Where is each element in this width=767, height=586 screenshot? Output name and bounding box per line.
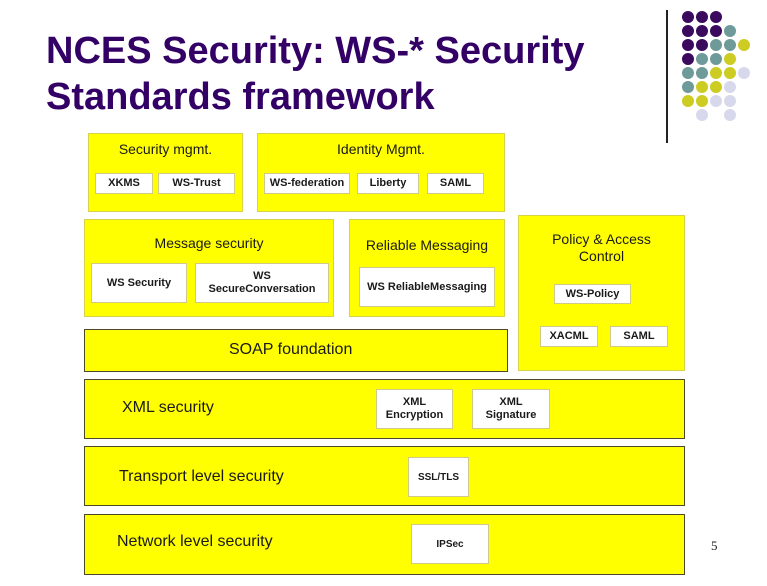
standard-ssl-tls: SSL/TLS — [408, 457, 469, 497]
decorative-dot — [696, 81, 708, 93]
standard-xml-signature: XML Signature — [472, 389, 550, 429]
standard-ws-policy: WS-Policy — [554, 284, 631, 304]
decorative-dot — [710, 95, 722, 107]
reliable-messaging-box: Reliable Messaging WS ReliableMessaging — [349, 219, 505, 317]
decorative-dot — [696, 67, 708, 79]
decorative-dot — [682, 25, 694, 37]
decorative-dot — [696, 95, 708, 107]
decorative-dot — [710, 39, 722, 51]
decorative-dot — [710, 53, 722, 65]
divider-line — [666, 10, 668, 143]
transport-security-label: Transport level security — [119, 468, 284, 485]
network-security-box: Network level security IPSec — [84, 514, 685, 575]
transport-security-box: Transport level security SSL/TLS — [84, 446, 685, 506]
message-security-label: Message security — [154, 235, 264, 251]
decorative-dot — [724, 81, 736, 93]
decorative-dot — [682, 39, 694, 51]
standard-xkms: XKMS — [95, 173, 153, 194]
decorative-dot — [724, 39, 736, 51]
standard-ws-reliablemessaging: WS ReliableMessaging — [359, 267, 495, 307]
decorative-dot — [738, 39, 750, 51]
standard-ws-trust: WS-Trust — [158, 173, 235, 194]
decorative-dot — [710, 81, 722, 93]
standard-ipsec: IPSec — [411, 524, 489, 564]
standard-saml-policy: SAML — [610, 326, 668, 347]
decorative-dot — [710, 25, 722, 37]
soap-foundation-box: SOAP foundation — [84, 329, 508, 372]
slide-title-line-1: NCES Security: WS-* Security — [46, 30, 585, 72]
identity-mgmt-box: Identity Mgmt. WS-federation Liberty SAM… — [257, 133, 505, 212]
decorative-dot — [724, 67, 736, 79]
security-mgmt-box: Security mgmt. XKMS WS-Trust — [88, 133, 243, 212]
security-mgmt-label: Security mgmt. — [118, 141, 213, 157]
decorative-dot — [710, 67, 722, 79]
page-number: 5 — [711, 538, 718, 553]
standard-ws-federation: WS-federation — [264, 173, 350, 194]
network-security-label: Network level security — [117, 533, 273, 550]
decorative-dot — [724, 95, 736, 107]
decorative-dot — [710, 11, 722, 23]
standard-ws-secureconversation: WS SecureConversation — [195, 263, 329, 303]
decorative-dot — [724, 25, 736, 37]
decorative-dot — [724, 109, 736, 121]
policy-access-control-label: Policy & Access Control — [552, 231, 651, 264]
decorative-dot — [696, 11, 708, 23]
slide-title: NCES Security: WS-* Security Standards f… — [46, 28, 646, 120]
slide-title-line-2: Standards framework — [46, 76, 435, 118]
decorative-dot — [682, 67, 694, 79]
policy-access-control-box: Policy & Access Control WS-Policy XACML … — [518, 215, 685, 371]
decorative-dot — [696, 53, 708, 65]
decorative-dot — [682, 11, 694, 23]
decorative-dot — [682, 53, 694, 65]
standard-ws-security: WS Security — [91, 263, 187, 303]
decorative-dot — [696, 109, 708, 121]
decorative-dot — [724, 53, 736, 65]
message-security-box: Message security WS Security WS SecureCo… — [84, 219, 334, 317]
decorative-dot — [696, 39, 708, 51]
identity-mgmt-label: Identity Mgmt. — [337, 141, 425, 157]
xml-security-label: XML security — [122, 399, 214, 416]
standard-saml-identity: SAML — [427, 173, 484, 194]
standard-xacml: XACML — [540, 326, 598, 347]
decorative-dot — [696, 25, 708, 37]
decorative-dot — [682, 95, 694, 107]
standard-xml-encryption: XML Encryption — [376, 389, 453, 429]
soap-foundation-label: SOAP foundation — [229, 341, 353, 358]
decorative-dot — [682, 81, 694, 93]
reliable-messaging-label: Reliable Messaging — [365, 237, 489, 253]
decorative-dot — [738, 67, 750, 79]
standard-liberty: Liberty — [357, 173, 419, 194]
xml-security-box: XML security XML Encryption XML Signatur… — [84, 379, 685, 439]
